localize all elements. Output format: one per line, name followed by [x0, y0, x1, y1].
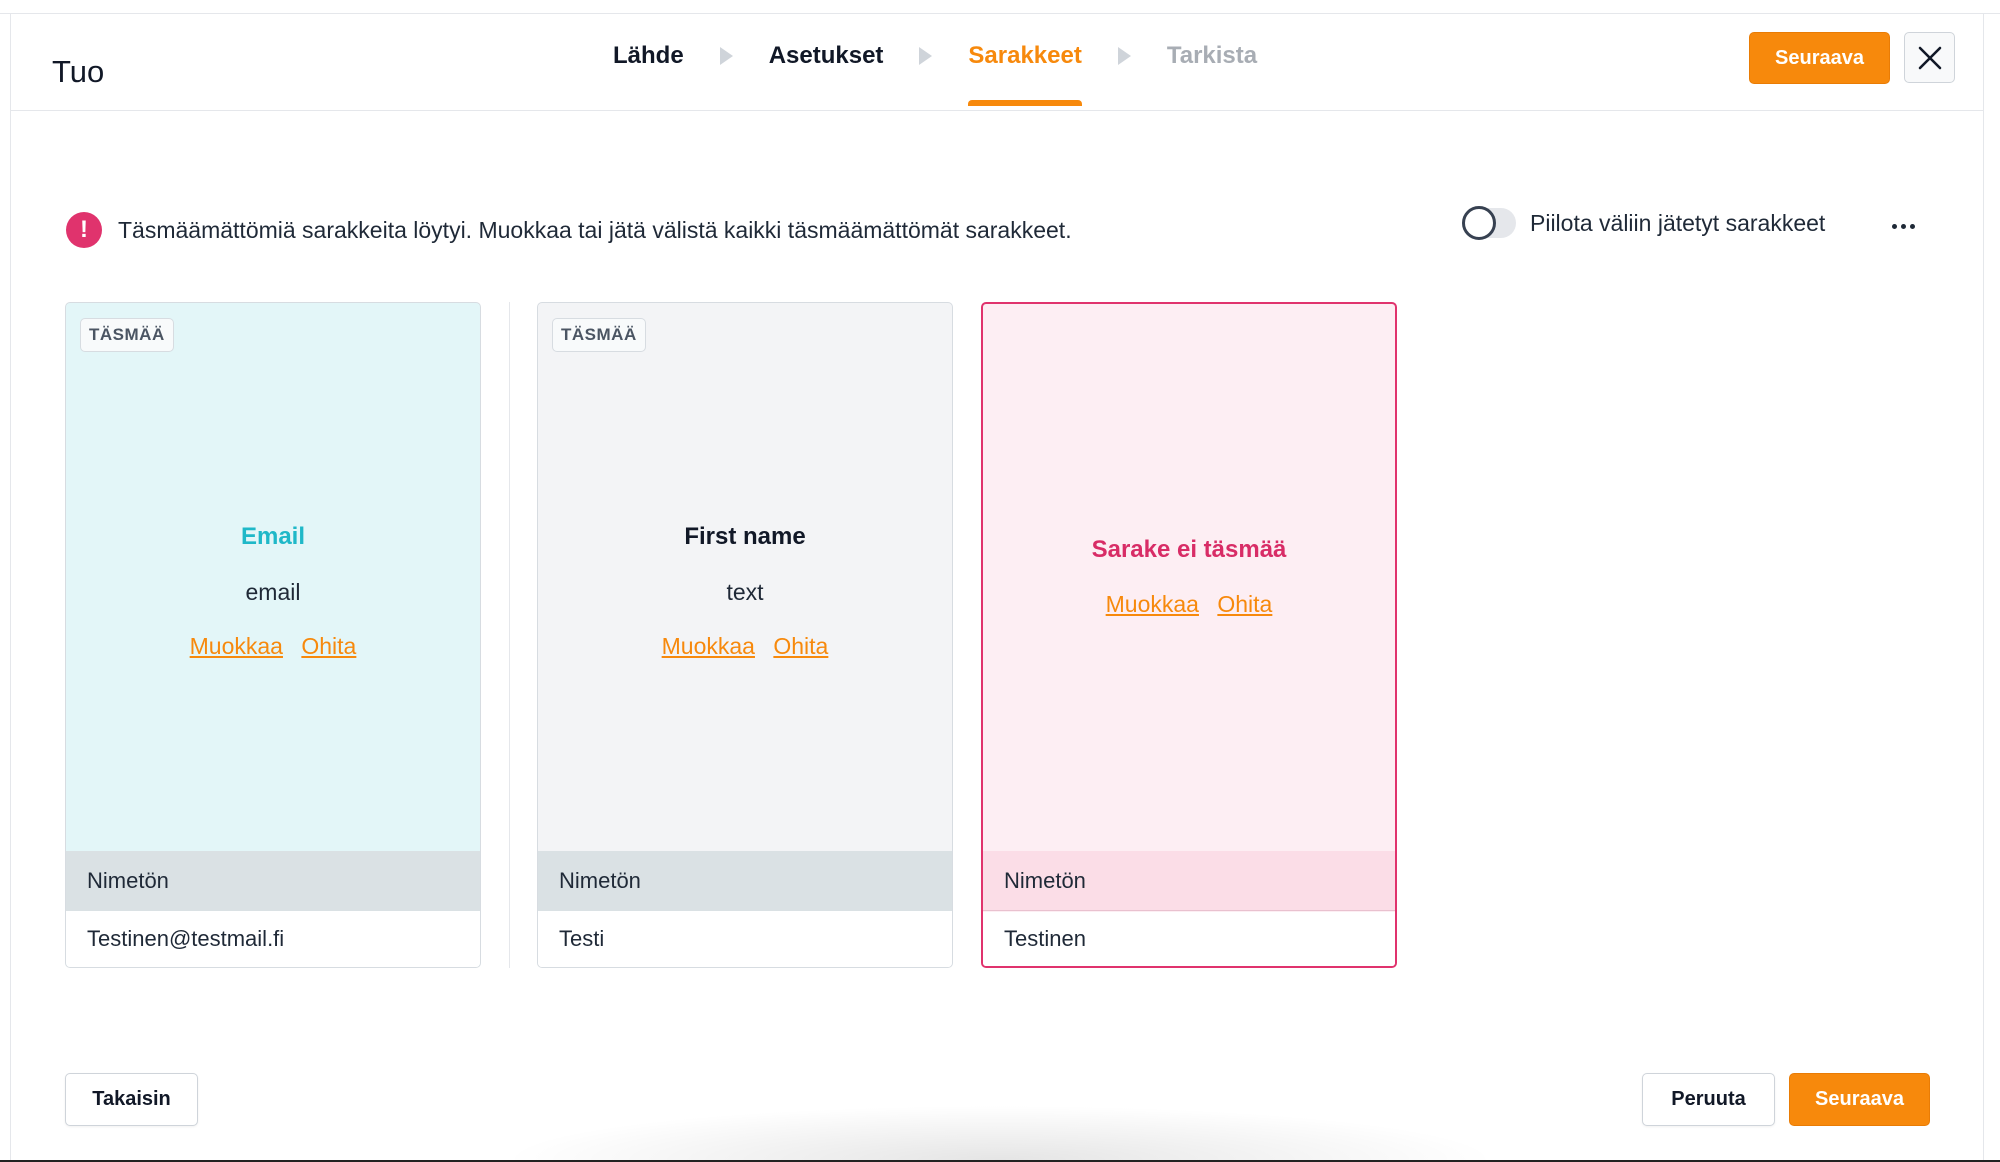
column-actions: Muokkaa Ohita: [66, 633, 480, 660]
hide-skipped-toggle-row: Piilota väliin jätetyt sarakkeet: [1462, 206, 1825, 240]
frame-border-right: [1983, 14, 1984, 1162]
more-icon: [1891, 223, 1897, 229]
column-mapping: Sarake ei täsmää Muokkaa Ohita: [983, 536, 1395, 618]
skip-link[interactable]: Ohita: [301, 633, 356, 659]
active-step-indicator: [968, 100, 1082, 106]
column-card-first-name: TÄSMÄÄ First name text Muokkaa Ohita Nim…: [537, 302, 953, 968]
footer-next-button[interactable]: Seuraava: [1789, 1073, 1930, 1126]
chevron-right-icon: [1117, 47, 1131, 65]
warning-icon: !: [66, 212, 102, 248]
column-card-email: TÄSMÄÄ Email email Muokkaa Ohita Nimetön…: [65, 302, 481, 968]
field-type: text: [726, 579, 764, 605]
column-mapping: Email email Muokkaa Ohita: [66, 523, 480, 660]
edit-link[interactable]: Muokkaa: [1106, 591, 1199, 617]
unmatched-label: Sarake ei täsmää: [1091, 536, 1287, 563]
step-review: Tarkista: [1166, 42, 1258, 69]
field-name: Email: [240, 523, 306, 550]
stepper: Lähde Asetukset Sarakkeet Tarkista: [613, 42, 1258, 106]
edit-link[interactable]: Muokkaa: [190, 633, 283, 659]
field-name: First name: [684, 523, 806, 550]
column-header: Nimetön: [538, 851, 952, 911]
hide-skipped-toggle[interactable]: [1462, 206, 1516, 240]
skip-link[interactable]: Ohita: [1217, 591, 1272, 617]
skip-link[interactable]: Ohita: [773, 633, 828, 659]
page-title: Tuo: [52, 54, 105, 89]
cancel-button[interactable]: Peruuta: [1642, 1073, 1775, 1126]
column-header: Nimetön: [66, 851, 480, 911]
toggle-knob: [1462, 206, 1496, 240]
hide-skipped-label[interactable]: Piilota väliin jätetyt sarakkeet: [1530, 210, 1825, 237]
step-columns-label: Sarakkeet: [968, 42, 1082, 69]
chevron-right-icon: [719, 47, 733, 65]
column-card-unmatched: Sarake ei täsmää Muokkaa Ohita Nimetön T…: [981, 302, 1397, 968]
sample-value: Testi: [538, 911, 952, 967]
notice-text: Täsmäämättömiä sarakkeita löytyi. Muokka…: [118, 216, 1072, 243]
column-actions: Muokkaa Ohita: [983, 591, 1395, 618]
back-button[interactable]: Takaisin: [65, 1073, 198, 1126]
column-divider: [509, 302, 510, 968]
step-source[interactable]: Lähde: [613, 42, 684, 70]
more-options-button[interactable]: [1888, 214, 1918, 238]
header-next-button[interactable]: Seuraava: [1749, 32, 1890, 84]
matched-badge: TÄSMÄÄ: [552, 318, 646, 352]
close-icon: [1918, 46, 1941, 69]
step-settings[interactable]: Asetukset: [769, 42, 884, 70]
step-columns[interactable]: Sarakkeet: [968, 42, 1082, 106]
edit-link[interactable]: Muokkaa: [662, 633, 755, 659]
frame-border-left: [10, 14, 11, 1162]
window-top-edge: [0, 0, 2000, 14]
field-type: email: [245, 579, 301, 605]
matched-badge: TÄSMÄÄ: [80, 318, 174, 352]
column-header: Nimetön: [983, 851, 1395, 911]
sample-value: Testinen: [983, 912, 1395, 966]
chevron-right-icon: [919, 47, 933, 65]
column-actions: Muokkaa Ohita: [538, 633, 952, 660]
bottom-shadow: [500, 1105, 1500, 1160]
unmatched-notice: ! Täsmäämättömiä sarakkeita löytyi. Muok…: [66, 212, 1072, 248]
sample-value: Testinen@testmail.fi: [66, 911, 480, 967]
close-button[interactable]: [1904, 32, 1955, 83]
column-mapping: First name text Muokkaa Ohita: [538, 523, 952, 660]
